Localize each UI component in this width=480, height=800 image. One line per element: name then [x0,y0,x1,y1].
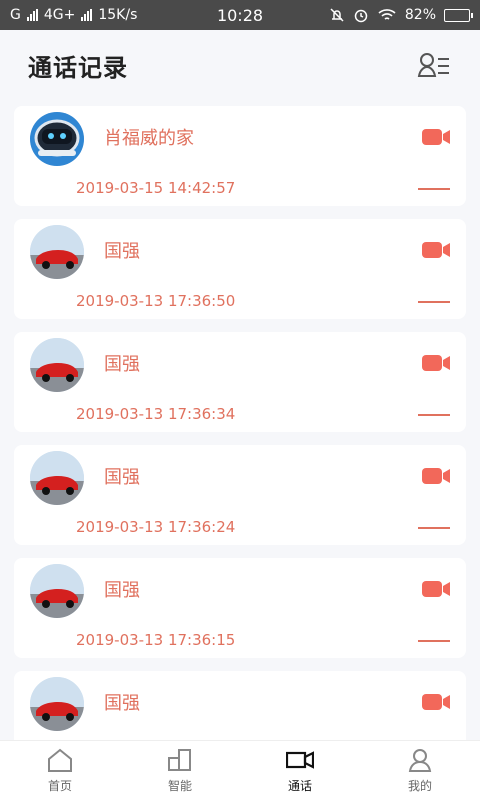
contacts-list-icon [417,53,449,77]
car-avatar [30,677,84,731]
divider-dash [418,640,450,642]
tab-calls-label: 通话 [287,779,312,793]
profile-icon [408,749,432,772]
tab-calls[interactable]: 通话 [240,741,360,800]
call-time: 2019-03-13 17:36:15 [76,631,236,649]
caller-name: 国强 [104,580,140,601]
divider-dash [418,414,450,416]
status-left: G 4G+ 15K/s [10,7,329,23]
caller-name: 国强 [104,354,140,375]
mute-icon [330,8,344,22]
header: 通话记录 [0,30,480,100]
bottom-tab-bar: 首页 智能 通话 我的 [0,740,480,800]
tab-home-label: 首页 [47,779,72,793]
smart-device-icon [168,749,191,771]
caller-name: 国强 [104,693,140,714]
tab-smart-label: 智能 [167,779,192,793]
car-avatar [30,564,84,618]
network-label: 4G+ [43,7,76,23]
signal-icon [26,9,38,21]
tab-smart[interactable]: 智能 [120,741,240,800]
caller-name: 国强 [104,241,140,262]
video-call-icon[interactable] [422,467,450,485]
call-record[interactable]: 国强 2019-03-13 17:36:15 [14,558,466,658]
tab-mine[interactable]: 我的 [360,741,480,800]
car-avatar [30,225,84,279]
divider-dash [418,301,450,303]
call-time: 2019-03-13 17:36:50 [76,292,236,310]
call-record[interactable]: 国强 2019-03-13 17:36:50 [14,219,466,319]
call-time: 2019-03-13 17:36:24 [76,518,236,536]
video-call-icon[interactable] [422,241,450,259]
battery-percent: 82% [404,7,436,23]
call-record[interactable]: 肖福威的家 2019-03-15 14:42:57 [14,106,466,206]
alarm-icon [354,9,368,23]
car-avatar [30,338,84,392]
robot-avatar [30,112,84,166]
call-record[interactable]: 国强 2019-03-13 17:36:24 [14,445,466,545]
contacts-button[interactable] [416,47,452,83]
status-right: 82% [329,7,473,23]
call-time: 2019-03-15 14:42:57 [76,179,236,197]
home-icon [48,748,72,772]
call-record[interactable]: 国强 2019-03-13 17:36:34 [14,332,466,432]
caller-name: 肖福威的家 [104,128,194,149]
call-list[interactable]: 肖福威的家 2019-03-15 14:42:57 国强 2019-03-13 … [14,106,466,740]
signal-icon-2 [81,9,93,21]
status-bar: G 4G+ 15K/s 10:28 82% [0,0,480,30]
video-call-icon[interactable] [422,128,450,146]
call-record[interactable]: 国强 [14,671,466,740]
tab-home[interactable]: 首页 [0,741,120,800]
video-camera-icon [286,751,314,769]
divider-dash [418,527,450,529]
video-call-icon[interactable] [422,693,450,711]
net-speed: 15K/s [98,7,138,23]
call-time: 2019-03-13 17:36:34 [76,405,236,423]
tab-mine-label: 我的 [407,779,432,793]
wifi-icon [378,9,396,20]
divider-dash [418,188,450,190]
battery-icon [444,8,473,22]
caller-name: 国强 [104,467,140,488]
car-avatar [30,451,84,505]
carrier-label: G [10,7,21,23]
video-call-icon[interactable] [422,354,450,372]
video-call-icon[interactable] [422,580,450,598]
page-title: 通话记录 [28,53,128,82]
